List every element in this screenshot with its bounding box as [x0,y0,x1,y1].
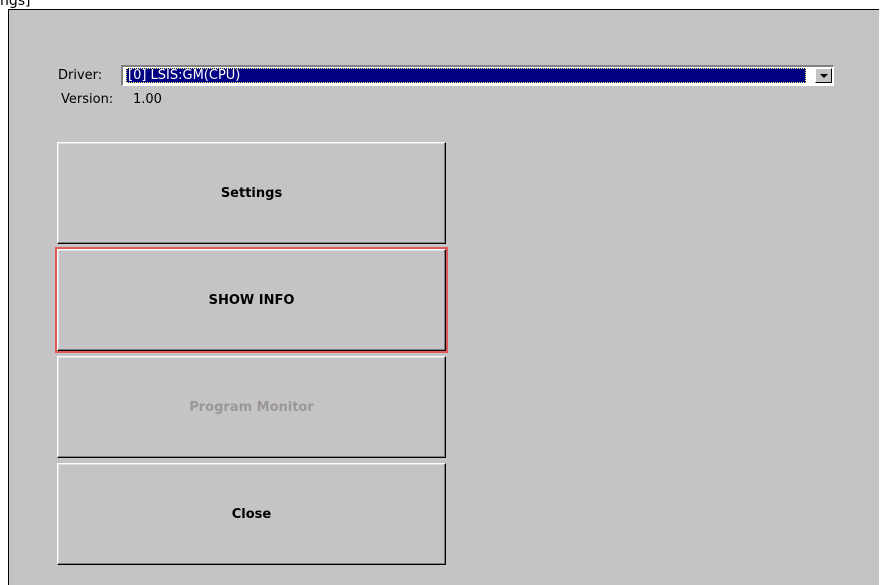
settings-button[interactable]: Settings [57,142,446,244]
show-info-button-label: SHOW INFO [208,292,295,308]
program-monitor-button-label: Program Monitor [189,399,314,415]
chevron-down-icon [820,74,828,78]
driver-dropdown[interactable]: [0] LSIS:GM(CPU) [121,65,834,86]
close-button-label: Close [231,506,272,522]
show-info-button[interactable]: SHOW INFO [55,247,448,353]
settings-button-label: Settings [220,185,283,201]
driver-selected-value[interactable]: [0] LSIS:GM(CPU) [126,68,806,83]
close-button[interactable]: Close [57,463,446,565]
driver-label: Driver: [58,68,103,83]
settings-window: Driver: [0] LSIS:GM(CPU) Version: 1.00 S… [8,9,879,585]
program-monitor-button[interactable]: Program Monitor [57,356,446,458]
dropdown-button[interactable] [815,68,832,83]
version-label: Version: [61,92,114,107]
version-value: 1.00 [133,92,162,107]
